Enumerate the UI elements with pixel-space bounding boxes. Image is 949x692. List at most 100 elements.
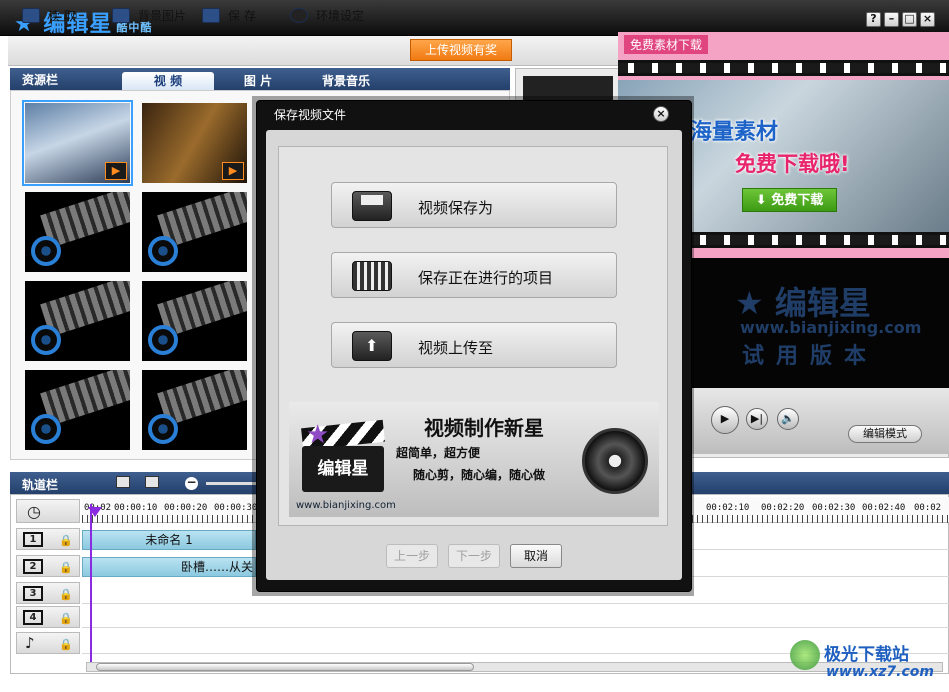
watermark-logo-text: 编辑星 (774, 284, 871, 322)
track-number: 2 (23, 559, 43, 574)
playhead[interactable] (90, 504, 92, 662)
ruler-label: 00:00:20 (164, 503, 208, 513)
resource-panel-title: 资源栏 (22, 73, 59, 87)
tab-image[interactable]: 图 片 (212, 72, 304, 90)
upload-video-button[interactable]: ⬆ 视频上传至 (331, 322, 617, 368)
empty-slot[interactable] (25, 281, 130, 361)
zoom-out-icon[interactable]: − (185, 476, 198, 490)
video-thumbnail[interactable]: ▶ (142, 103, 247, 183)
empty-slot[interactable] (25, 192, 130, 272)
track-number: 4 (23, 610, 43, 625)
close-window-button[interactable]: × (920, 12, 935, 27)
film-reel-icon (31, 414, 61, 444)
ad-download-label: 免费下载 (771, 193, 824, 208)
video-camera-icon: ▶ (222, 162, 244, 180)
upload-prize-button[interactable]: 上传视频有奖 (410, 39, 512, 61)
save-track-icon[interactable] (145, 476, 159, 488)
ruler-label: 00:02 (914, 503, 942, 513)
clock-icon: ◷ (16, 499, 80, 523)
open-folder-icon[interactable] (116, 476, 130, 488)
empty-slot[interactable] (25, 370, 130, 450)
lock-icon[interactable]: 🔒 (59, 612, 73, 625)
next-step-button[interactable]: 下一步 (448, 544, 500, 568)
save-button[interactable]: 保 存 (202, 5, 256, 25)
ruler-label: 00:02:10 (706, 503, 750, 513)
video-camera-icon: ▶ (105, 162, 127, 180)
track-row-header[interactable]: 1 🔒 (16, 528, 80, 550)
empty-slot[interactable] (142, 370, 247, 450)
banner-title: 视频制作新星 (424, 416, 544, 440)
track-row-header[interactable]: 3 🔒 (16, 582, 80, 604)
ad-subheadline: 免费下载哦! (735, 152, 850, 176)
tab-music[interactable]: 背景音乐 (300, 72, 392, 90)
image-icon (112, 7, 130, 23)
help-button[interactable]: ? (866, 12, 881, 27)
banner-url: www.bianjixing.com (296, 500, 396, 511)
background-image-label: 背景图片 (138, 8, 187, 23)
cancel-button[interactable]: 取消 (510, 544, 562, 568)
dialog-close-button[interactable]: × (653, 106, 669, 122)
track-lane[interactable] (82, 606, 949, 628)
minimize-button[interactable]: – (884, 12, 899, 27)
settings-label: 环境设定 (316, 8, 365, 23)
empty-slot[interactable] (142, 281, 247, 361)
lock-icon[interactable]: 🔒 (59, 588, 73, 601)
film-frame-icon (352, 261, 392, 291)
prev-step-button[interactable]: 上一步 (386, 544, 438, 568)
save-project-label: 保存正在进行的项目 (418, 269, 554, 287)
watermark-trial: 试用版本 (742, 344, 879, 369)
banner-logo: 编辑星 (302, 446, 384, 492)
track-row-header[interactable]: 2 🔒 (16, 555, 80, 577)
open-button[interactable]: 读 取 (22, 5, 76, 25)
lock-icon[interactable]: 🔒 (59, 561, 73, 574)
edit-mode-button[interactable]: 编辑模式 (848, 425, 922, 443)
video-thumbnail[interactable]: ▶ (22, 100, 133, 186)
film-reel-icon (148, 325, 178, 355)
site-name: 极光下载站 (824, 645, 909, 665)
floppy-disk-icon (352, 191, 392, 221)
film-reel-icon (148, 236, 178, 266)
folder-icon (22, 7, 40, 23)
film-reel-icon (31, 236, 61, 266)
save-project-button[interactable]: 保存正在进行的项目 (331, 252, 617, 298)
empty-slot[interactable] (142, 192, 247, 272)
ruler-label: 00:00:10 (114, 503, 158, 513)
film-strip-decoration (618, 60, 949, 76)
gear-icon (290, 7, 308, 23)
lock-icon[interactable]: 🔒 (59, 534, 73, 547)
site-url: www.xz7.com (826, 664, 934, 680)
ad-label[interactable]: 免费素材下载 (624, 35, 709, 54)
video-clip[interactable]: 未命名 1 (82, 530, 256, 550)
scrollbar-thumb[interactable] (96, 663, 474, 671)
text-clip[interactable]: 卧槽……从关 (82, 557, 256, 577)
volume-button[interactable]: 🔈 (777, 408, 799, 430)
ruler-label: 00:02:20 (761, 503, 805, 513)
star-icon: ★ (306, 420, 330, 450)
track-row-header[interactable]: 4 🔒 (16, 606, 80, 628)
banner-slogan-2: 随心剪，随心编，随心做 (413, 468, 546, 482)
play-button[interactable]: ▶ (711, 406, 739, 434)
toolbar (8, 36, 619, 66)
film-reel-icon (31, 325, 61, 355)
save-label: 保 存 (228, 8, 256, 23)
zoom-slider[interactable] (206, 482, 256, 485)
tab-video[interactable]: 视 频 (122, 72, 214, 90)
resource-panel-header: 资源栏 视 频 图 片 背景音乐 (10, 68, 510, 90)
track-number: 3 (23, 586, 43, 601)
site-logo-icon (790, 640, 820, 670)
settings-button[interactable]: 环境设定 (290, 5, 364, 25)
ad-download-button[interactable]: ⬇ 免费下载 (742, 188, 837, 212)
film-reel-icon (582, 428, 648, 494)
playhead-marker[interactable] (88, 507, 102, 517)
ruler-label: 00:02:30 (812, 503, 856, 513)
watermark-url: www.bianjixing.com (740, 318, 922, 337)
next-frame-button[interactable]: ▶| (746, 408, 768, 430)
music-track-header[interactable]: ♪ 🔒 (16, 632, 80, 654)
dialog-title: 保存视频文件 (274, 108, 347, 122)
save-video-as-button[interactable]: 视频保存为 (331, 182, 617, 228)
maximize-button[interactable]: □ (902, 12, 917, 27)
lock-icon[interactable]: 🔒 (59, 638, 73, 651)
background-image-button[interactable]: 背景图片 (112, 5, 186, 25)
ad-headline: 海量素材 (690, 120, 779, 145)
track-panel-title: 轨道栏 (22, 478, 59, 492)
